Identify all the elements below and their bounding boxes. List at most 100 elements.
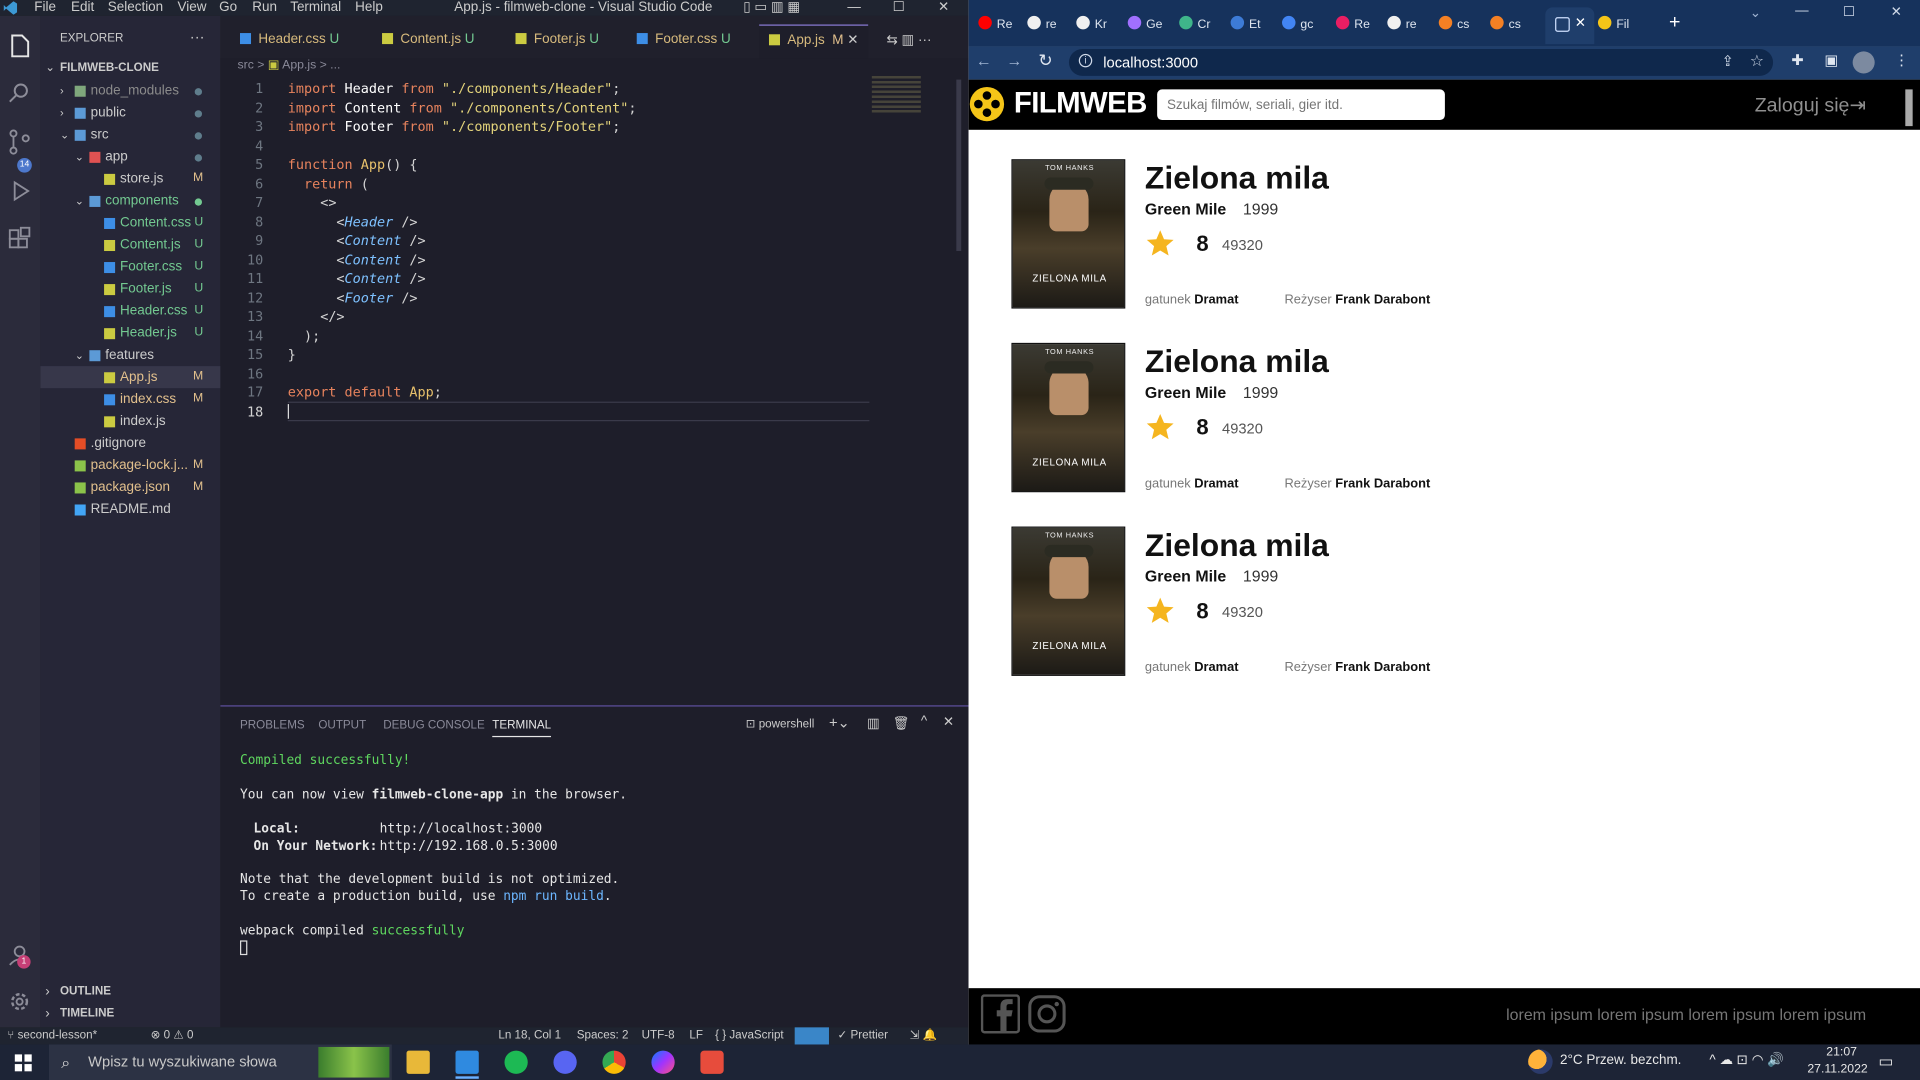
menu-help[interactable]: Help: [355, 0, 383, 16]
browser-tab[interactable]: cs: [1438, 9, 1469, 43]
terminal-shell-selector[interactable]: ⊡ powershell: [746, 718, 815, 731]
branch-indicator[interactable]: ⑂ second-lesson*: [7, 1029, 97, 1042]
tree-item-content-js[interactable]: Content.js U: [40, 234, 220, 256]
breadcrumb-symbol[interactable]: ...: [330, 59, 340, 72]
chrome-menu-icon[interactable]: ⋮: [1894, 51, 1909, 68]
tree-item-node-modules[interactable]: › node_modules: [40, 80, 220, 102]
browser-tab[interactable]: re: [1387, 9, 1417, 43]
close-panel-icon[interactable]: ✕: [943, 714, 954, 730]
new-tab-button[interactable]: +: [1669, 12, 1680, 34]
tab-close-icon[interactable]: ✕: [847, 33, 858, 48]
browser-tab[interactable]: re: [1027, 9, 1057, 43]
address-bar[interactable]: i localhost:3000 ⇪ ☆: [1068, 48, 1774, 76]
movie-poster[interactable]: TOM HANKS ZIELONA MILA: [1011, 526, 1126, 676]
menu-selection[interactable]: Selection: [108, 0, 163, 16]
tab-footer-js[interactable]: Footer.js U: [515, 28, 599, 59]
clock-date[interactable]: 27.11.2022: [1807, 1063, 1867, 1076]
movie-search-input[interactable]: [1157, 89, 1445, 121]
tree-item-features[interactable]: ⌄ features: [40, 344, 220, 366]
run-debug-icon[interactable]: [4, 175, 36, 207]
minimap[interactable]: [871, 75, 921, 113]
tree-item-app-js[interactable]: App.js M: [40, 366, 221, 389]
weather-icon[interactable]: [1528, 1049, 1553, 1074]
eol[interactable]: LF: [689, 1029, 703, 1042]
tab-footer-css[interactable]: Footer.css U: [636, 28, 731, 59]
breadcrumb-file[interactable]: App.js: [282, 59, 316, 72]
filmweb-reel-logo-icon[interactable]: [969, 86, 1006, 123]
movie-card[interactable]: TOM HANKS ZIELONA MILA Zielona mila Green M…: [1011, 159, 1746, 312]
tree-item-index-js[interactable]: index.js: [40, 410, 220, 432]
browser-tab[interactable]: Cr: [1179, 9, 1210, 43]
maximize-panel-icon[interactable]: ^: [921, 714, 927, 729]
messenger-icon[interactable]: [651, 1050, 675, 1074]
profile-avatar[interactable]: [1852, 51, 1875, 74]
trash-icon[interactable]: 🗑: [893, 715, 910, 731]
encoding[interactable]: UTF-8: [642, 1029, 675, 1042]
windows-start-icon[interactable]: [14, 1054, 32, 1072]
tab-terminal[interactable]: TERMINAL: [492, 719, 552, 738]
tree-item-store-js[interactable]: store.js M: [40, 168, 220, 190]
page-scrollbar[interactable]: [1905, 89, 1913, 127]
movie-poster[interactable]: TOM HANKS ZIELONA MILA: [1011, 342, 1126, 493]
tab-search-icon[interactable]: ⌄: [1750, 5, 1761, 21]
browser-tab[interactable]: Re: [978, 9, 1012, 43]
tree-item--gitignore[interactable]: .gitignore: [40, 432, 220, 454]
minimize-button[interactable]: —: [1795, 4, 1808, 19]
menu-view[interactable]: View: [178, 0, 207, 16]
director-value[interactable]: Frank Darabont: [1335, 660, 1430, 675]
browser-tab[interactable]: Re: [1335, 9, 1370, 43]
problems-count[interactable]: ⊗ 0 ⚠ 0: [151, 1029, 194, 1042]
tab-output[interactable]: OUTPUT: [318, 719, 366, 732]
project-root[interactable]: ⌄ FILMWEB-CLONE: [40, 58, 220, 80]
clock-time[interactable]: 21:07: [1820, 1046, 1864, 1059]
browser-tab[interactable]: Ge: [1127, 9, 1162, 43]
tree-item-readme-md[interactable]: README.md: [40, 498, 220, 520]
movie-title[interactable]: Zielona mila: [1145, 343, 1329, 381]
tree-item-header-css[interactable]: Header.css U: [40, 300, 220, 322]
site-info-icon[interactable]: i: [1078, 53, 1093, 68]
close-button[interactable]: ✕: [1891, 4, 1902, 20]
tree-item-index-css[interactable]: index.css M: [40, 388, 220, 410]
taskbar-search-box[interactable]: ⌕ Wpisz tu wyszukiwane słowa: [48, 1044, 392, 1080]
menu-file[interactable]: File: [34, 0, 56, 16]
indentation[interactable]: Spaces: 2: [577, 1029, 629, 1042]
minimize-button[interactable]: —: [847, 0, 860, 15]
tree-item-package-json[interactable]: package.json M: [40, 476, 220, 498]
tree-item-footer-js[interactable]: Footer.js U: [40, 278, 220, 300]
back-icon[interactable]: ←: [976, 51, 992, 69]
editor-actions-icon[interactable]: ⇆ ▥ ···: [887, 32, 932, 48]
source-control-icon[interactable]: [4, 126, 36, 158]
tree-item-src[interactable]: ⌄ src: [40, 124, 220, 146]
site-logo-text[interactable]: FILMWEB: [1014, 87, 1147, 121]
spotify-icon[interactable]: [504, 1050, 528, 1074]
movie-title[interactable]: Zielona mila: [1145, 159, 1329, 197]
notifications-icon[interactable]: ⇲ 🔔: [910, 1029, 937, 1042]
tab-problems[interactable]: PROBLEMS: [240, 719, 305, 732]
facebook-icon[interactable]: [980, 994, 1020, 1034]
new-terminal-icon[interactable]: +⌄: [829, 714, 850, 731]
tree-item-app[interactable]: ⌄ app: [40, 146, 220, 168]
forward-icon[interactable]: →: [1007, 51, 1023, 69]
menu-edit[interactable]: Edit: [71, 0, 94, 16]
tree-item-content-css[interactable]: Content.css U: [40, 212, 220, 234]
live-share-icon[interactable]: [794, 1027, 829, 1045]
close-button[interactable]: ✕: [938, 0, 949, 15]
login-link[interactable]: Zaloguj się⇥: [1755, 93, 1866, 117]
bookmark-star-icon[interactable]: ☆: [1750, 51, 1764, 71]
chrome-taskbar-icon[interactable]: [602, 1050, 626, 1074]
menu-go[interactable]: Go: [219, 0, 237, 16]
tree-item-package-lock-j-[interactable]: package-lock.j... M: [40, 454, 220, 476]
director-value[interactable]: Frank Darabont: [1335, 293, 1430, 308]
language-mode[interactable]: { } JavaScript: [715, 1029, 784, 1042]
tree-item-header-js[interactable]: Header.js U: [40, 322, 220, 344]
browser-tab[interactable]: cs: [1490, 9, 1521, 43]
movie-card[interactable]: TOM HANKS ZIELONA MILA Zielona mila Green M…: [1011, 526, 1746, 680]
breadcrumb-folder[interactable]: src: [238, 59, 254, 72]
browser-tab[interactable]: gc: [1282, 9, 1313, 43]
app-icon[interactable]: [700, 1050, 724, 1074]
tree-item-footer-css[interactable]: Footer.css U: [40, 256, 220, 278]
settings-gear-icon[interactable]: [4, 986, 36, 1018]
outline-section[interactable]: › OUTLINE: [40, 981, 220, 1003]
side-panel-icon[interactable]: ▣: [1824, 51, 1838, 68]
layout-toggle-icon[interactable]: ▯ ▭ ▥ ▦: [743, 0, 800, 15]
